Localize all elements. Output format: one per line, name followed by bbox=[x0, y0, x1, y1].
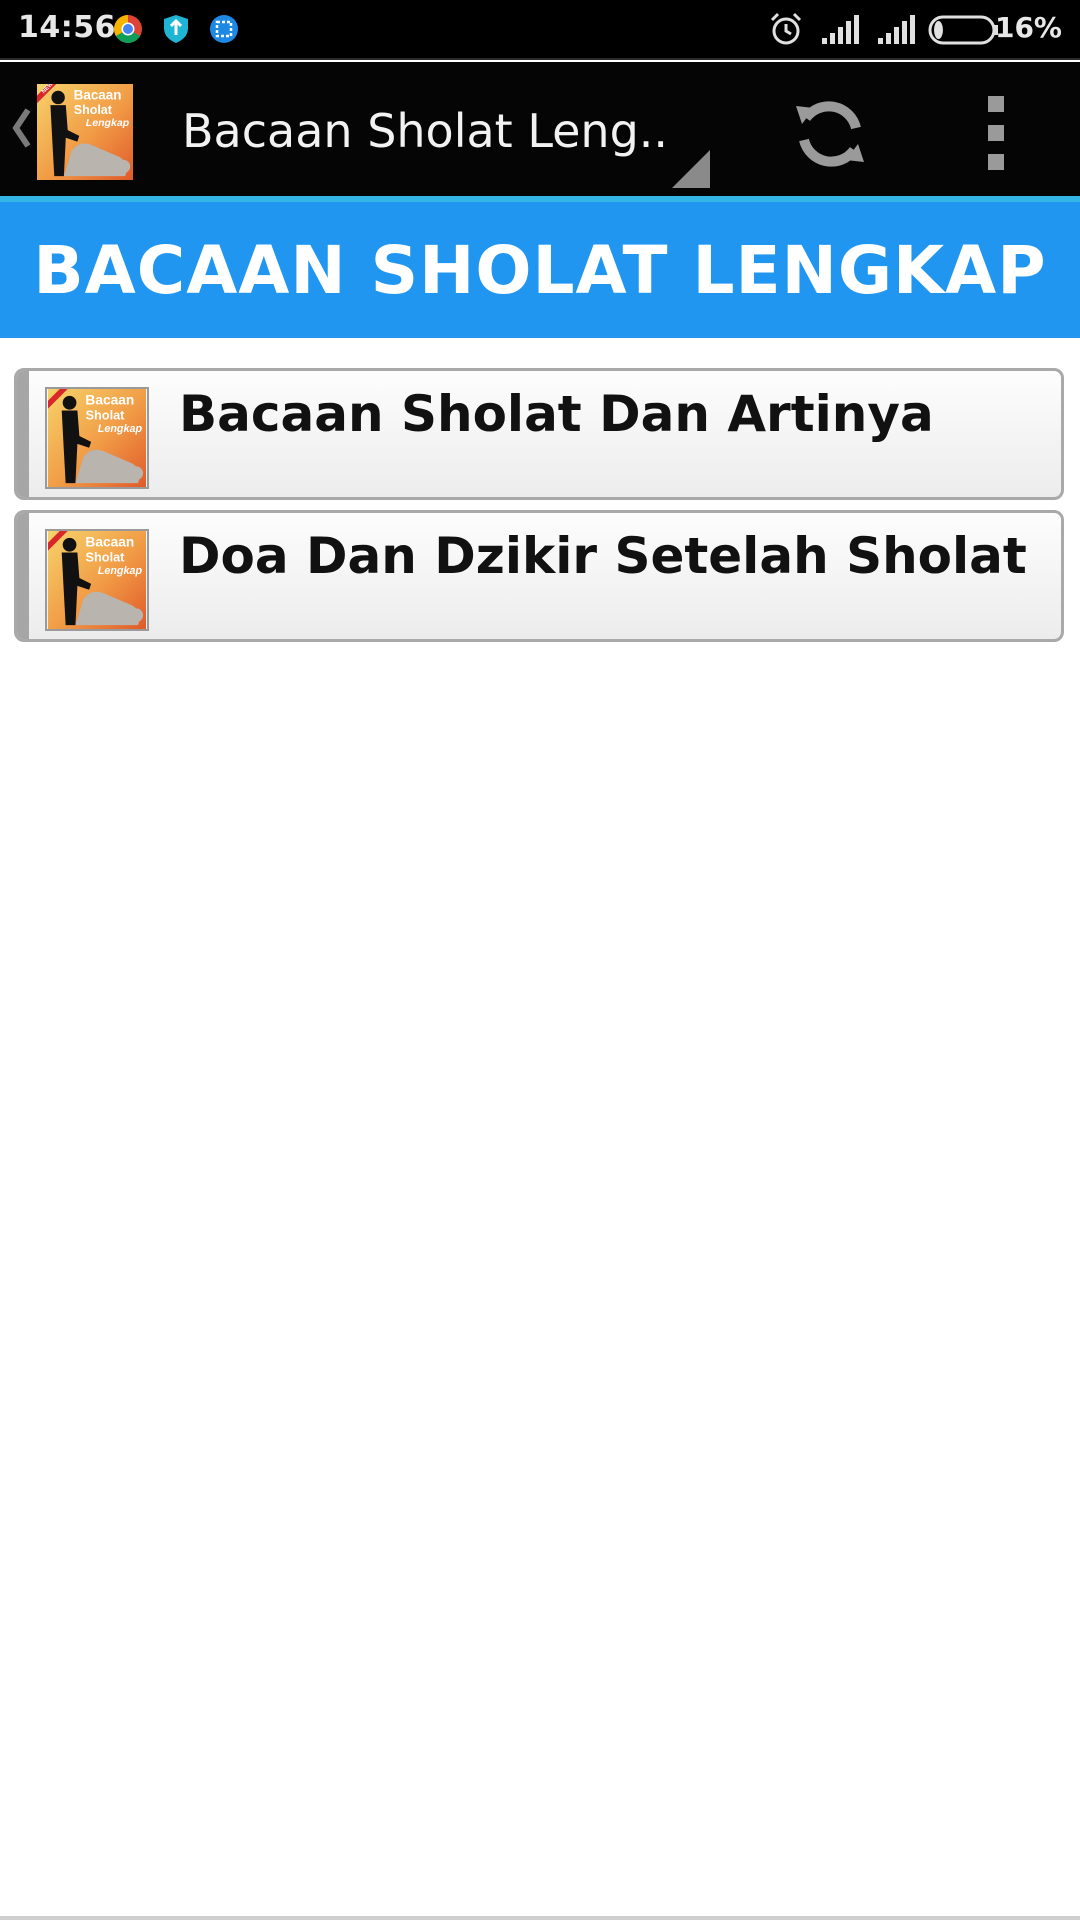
status-bar: 14:56 16% bbox=[0, 0, 1080, 60]
menu-item-label: Doa Dan Dzikir Setelah Sholat bbox=[179, 527, 1027, 585]
logo-line-2: Sholat bbox=[74, 103, 112, 117]
app-thumbnail-icon: Bacaan Sholat Lengkap bbox=[45, 387, 149, 489]
logo-line-1: Bacaan bbox=[74, 87, 122, 102]
menu-item-bacaan-sholat[interactable]: Bacaan Sholat Lengkap Bacaan Sholat Dan … bbox=[14, 368, 1064, 500]
menu-item-doa-dzikir[interactable]: Bacaan Sholat Lengkap Doa Dan Dzikir Set… bbox=[14, 510, 1064, 642]
overflow-menu-icon[interactable] bbox=[976, 96, 1016, 170]
thumb-logo-line-2: Sholat bbox=[86, 407, 126, 422]
spinner-dropdown-icon[interactable] bbox=[672, 150, 710, 188]
item-accent-bar bbox=[17, 513, 29, 639]
chrome-icon bbox=[114, 15, 142, 43]
thumb-logo-line-1: Bacaan bbox=[85, 393, 134, 408]
overflow-dot bbox=[988, 154, 1004, 170]
banner-title: BACAAN SHOLAT LENGKAP bbox=[33, 231, 1047, 309]
signal-icon bbox=[822, 15, 859, 44]
alarm-icon bbox=[770, 12, 802, 45]
header-banner: BACAAN SHOLAT LENGKAP bbox=[0, 202, 1080, 338]
shield-icon bbox=[164, 15, 188, 43]
status-time: 14:56 bbox=[18, 10, 116, 45]
overflow-dot bbox=[988, 96, 1004, 112]
signal-icon bbox=[878, 15, 915, 44]
back-chevron-icon[interactable] bbox=[10, 106, 32, 150]
menu-list: Bacaan Sholat Lengkap Bacaan Sholat Dan … bbox=[14, 368, 1064, 652]
battery-icon bbox=[928, 15, 998, 45]
thumb-logo-line-2: Sholat bbox=[86, 549, 126, 564]
screenshot-icon bbox=[210, 15, 238, 43]
thumb-logo-line-3: Lengkap bbox=[98, 565, 143, 577]
app-logo-icon[interactable]: Bacaan Sholat Lengkap NEW bbox=[36, 84, 134, 180]
refresh-icon[interactable] bbox=[788, 92, 872, 176]
bottom-divider bbox=[0, 1916, 1080, 1920]
item-accent-bar bbox=[17, 371, 29, 497]
battery-percentage: 16% bbox=[994, 11, 1062, 44]
overflow-dot bbox=[988, 125, 1004, 141]
app-title[interactable]: Bacaan Sholat Leng.. bbox=[182, 104, 668, 158]
app-thumbnail-icon: Bacaan Sholat Lengkap bbox=[45, 529, 149, 631]
logo-line-3: Lengkap bbox=[86, 117, 130, 129]
thumb-logo-line-3: Lengkap bbox=[98, 423, 143, 435]
menu-item-label: Bacaan Sholat Dan Artinya bbox=[179, 385, 934, 443]
thumb-logo-line-1: Bacaan bbox=[85, 535, 134, 550]
